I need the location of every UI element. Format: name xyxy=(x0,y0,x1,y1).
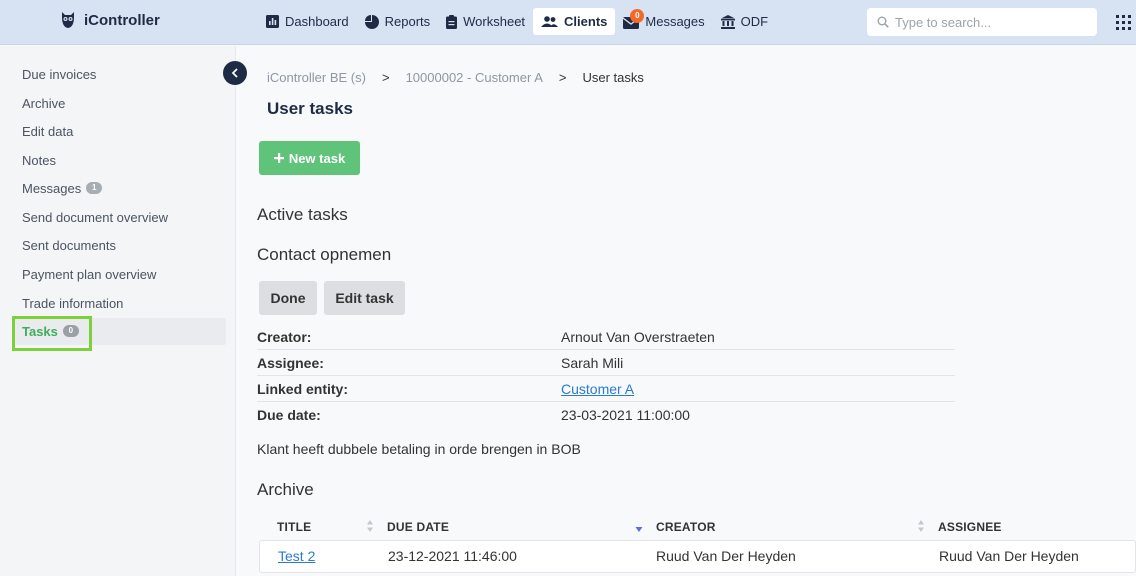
archive-heading: Archive xyxy=(257,480,314,499)
column-header-due-date[interactable]: DUE DATE xyxy=(387,520,449,534)
search-icon xyxy=(877,16,889,28)
nav-worksheet-label: Worksheet xyxy=(463,14,526,29)
new-task-button[interactable]: New task xyxy=(259,141,360,175)
sort-desc-icon[interactable] xyxy=(635,519,643,533)
clipboard-icon xyxy=(446,14,458,29)
detail-label: Linked entity: xyxy=(257,380,349,397)
nav-clients[interactable]: Clients xyxy=(533,8,616,35)
sidebar-item-label: Edit data xyxy=(22,123,74,139)
messages-count-badge: 0 xyxy=(630,8,645,23)
main-nav: Dashboard Reports Worksheet Clients 0 Me… xyxy=(258,8,776,36)
sidebar: Due invoices Archive Edit data Notes Mes… xyxy=(0,46,236,576)
edit-task-button[interactable]: Edit task xyxy=(324,281,405,315)
breadcrumb-item-current: User tasks xyxy=(582,70,644,85)
sidebar-item-label: Notes xyxy=(22,152,56,168)
detail-label: Creator: xyxy=(257,328,312,345)
logo-icon xyxy=(62,12,74,28)
nav-odf[interactable]: ODF xyxy=(713,8,776,35)
sidebar-item-label: Trade information xyxy=(22,295,124,311)
sidebar-item-label: Payment plan overview xyxy=(22,266,157,282)
breadcrumb-separator-icon: > xyxy=(558,70,567,85)
app-name: iController xyxy=(84,11,160,29)
global-search[interactable] xyxy=(867,8,1097,36)
envelope-icon: 0 xyxy=(623,8,645,29)
breadcrumb-item-customer[interactable]: 10000002 - Customer A xyxy=(406,70,543,85)
task-description: Klant heeft dubbele betaling in orde bre… xyxy=(257,441,581,457)
detail-row-creator: Creator: Arnout Van Overstraeten xyxy=(257,324,955,350)
chevron-left-icon xyxy=(231,68,238,78)
sidebar-item-label: Send document overview xyxy=(22,209,168,225)
bank-icon xyxy=(720,14,735,29)
detail-value: 23-03-2021 11:00:00 xyxy=(561,407,690,423)
main-content: iController BE (s) > 10000002 - Customer… xyxy=(237,46,1136,576)
sidebar-item-payment-plan-overview[interactable]: Payment plan overview xyxy=(22,264,156,284)
detail-value: Sarah Mili xyxy=(561,354,624,371)
archive-task-assignee: Ruud Van Der Heyden xyxy=(939,548,1079,564)
top-navbar: iController Dashboard Reports Worksheet xyxy=(0,0,1136,45)
users-icon xyxy=(541,15,559,27)
collapse-sidebar-button[interactable] xyxy=(223,61,247,85)
column-header-title[interactable]: TITLE xyxy=(277,520,311,534)
nav-reports[interactable]: Reports xyxy=(357,8,439,35)
nav-worksheet[interactable]: Worksheet xyxy=(438,8,533,35)
active-tasks-heading: Active tasks xyxy=(257,205,348,224)
nav-messages-label: Messages xyxy=(645,14,705,29)
selection-highlight-box xyxy=(12,316,92,351)
nav-dashboard-label: Dashboard xyxy=(285,14,349,29)
messages-count-badge: 1 xyxy=(86,182,103,194)
nav-odf-label: ODF xyxy=(740,14,769,29)
sidebar-item-send-document-overview[interactable]: Send document overview xyxy=(22,207,168,227)
sidebar-item-archive[interactable]: Archive xyxy=(22,93,65,113)
done-button[interactable]: Done xyxy=(259,281,317,315)
sidebar-item-label: Due invoices xyxy=(22,66,97,82)
app-logo[interactable]: iController xyxy=(60,11,160,29)
detail-row-due-date: Due date: 23-03-2021 11:00:00 xyxy=(257,402,955,428)
nav-clients-label: Clients xyxy=(564,14,608,29)
detail-row-linked-entity: Linked entity: Customer A xyxy=(257,376,955,402)
plus-icon xyxy=(273,153,284,163)
nav-dashboard[interactable]: Dashboard xyxy=(258,8,357,35)
column-header-assignee[interactable]: ASSIGNEE xyxy=(938,520,1002,534)
sidebar-item-label: Sent documents xyxy=(22,237,116,253)
sidebar-item-messages[interactable]: Messages 1 xyxy=(22,178,103,198)
sidebar-item-label: Messages xyxy=(22,180,82,196)
detail-label: Assignee: xyxy=(257,354,324,371)
detail-row-assignee: Assignee: Sarah Mili xyxy=(257,350,955,376)
breadcrumb-separator-icon: > xyxy=(381,70,390,85)
sort-icon[interactable] xyxy=(917,519,925,533)
task-title: Contact opnemen xyxy=(257,245,392,264)
archive-task-creator: Ruud Van Der Heyden xyxy=(656,548,796,564)
breadcrumb-item-company[interactable]: iController BE (s) xyxy=(267,70,366,85)
column-header-creator[interactable]: CREATOR xyxy=(656,520,716,534)
search-input[interactable] xyxy=(895,14,1085,30)
sidebar-item-due-invoices[interactable]: Due invoices xyxy=(22,64,96,84)
nav-reports-label: Reports xyxy=(384,14,431,29)
apps-grid-icon[interactable] xyxy=(1116,15,1132,31)
new-task-label: New task xyxy=(288,150,346,166)
archive-task-title-link[interactable]: Test 2 xyxy=(278,548,315,564)
sidebar-item-notes[interactable]: Notes xyxy=(22,150,56,170)
page-title: User tasks xyxy=(267,99,354,118)
sidebar-item-trade-information[interactable]: Trade information xyxy=(22,293,123,313)
sort-icon[interactable] xyxy=(366,519,374,533)
detail-label: Due date: xyxy=(257,407,321,423)
dashboard-icon xyxy=(266,15,279,28)
detail-value: Arnout Van Overstraeten xyxy=(561,328,715,345)
breadcrumb: iController BE (s) > 10000002 - Customer… xyxy=(267,70,644,85)
sidebar-item-label: Archive xyxy=(22,95,66,111)
archive-task-due-date: 23-12-2021 11:46:00 xyxy=(388,548,517,564)
linked-entity-link[interactable]: Customer A xyxy=(561,381,634,397)
pie-chart-icon xyxy=(364,14,379,29)
nav-messages[interactable]: 0 Messages xyxy=(615,8,712,35)
sidebar-item-sent-documents[interactable]: Sent documents xyxy=(22,235,116,255)
sidebar-item-edit-data[interactable]: Edit data xyxy=(22,121,73,141)
